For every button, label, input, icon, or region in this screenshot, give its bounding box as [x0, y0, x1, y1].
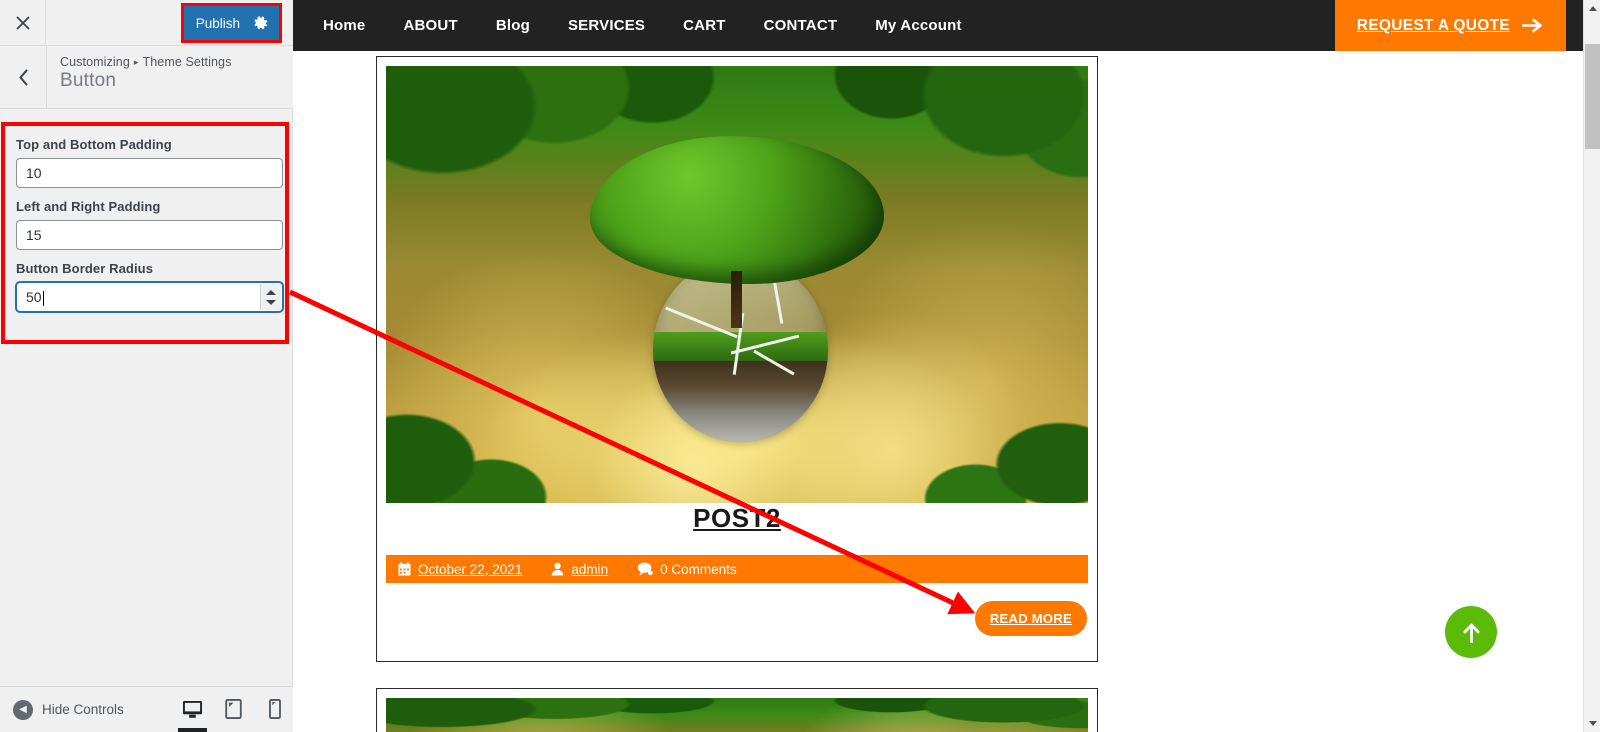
- page-title: Button: [60, 70, 117, 91]
- back-button[interactable]: [0, 46, 47, 108]
- control-button-border-radius: Button Border Radius 50: [16, 261, 283, 312]
- post-featured-image[interactable]: [386, 698, 1088, 732]
- publish-button[interactable]: Publish: [183, 6, 279, 40]
- nav-item-about[interactable]: ABOUT: [384, 17, 476, 34]
- post-date-link[interactable]: October 22, 2021: [418, 562, 522, 577]
- hide-controls-label: Hide Controls: [42, 702, 124, 717]
- post-meta-bar: October 22, 2021 admin 0 Comments: [386, 555, 1088, 583]
- device-preview-buttons: [172, 686, 295, 732]
- input-value: 10: [26, 165, 42, 181]
- nav-item-services[interactable]: SERVICES: [549, 17, 664, 34]
- post-title-link[interactable]: POST2: [377, 503, 1097, 534]
- control-label: Top and Bottom Padding: [16, 137, 172, 152]
- button-settings-annotation-box: Top and Bottom Padding 10 Left and Right…: [1, 122, 289, 344]
- top-bottom-padding-input[interactable]: 10: [16, 158, 283, 188]
- close-customizer-button[interactable]: [0, 0, 46, 45]
- input-value: 50: [26, 289, 42, 305]
- scroll-to-top-button[interactable]: [1445, 606, 1497, 658]
- calendar-icon: [398, 562, 411, 576]
- scrollbar-thumb[interactable]: [1585, 44, 1600, 149]
- button-border-radius-input[interactable]: 50: [16, 282, 283, 312]
- scroll-down-arrow-icon: [1588, 721, 1597, 726]
- button-settings-controls: Top and Bottom Padding 10 Left and Right…: [5, 126, 285, 340]
- nav-item-home[interactable]: Home: [304, 17, 384, 34]
- left-right-padding-input[interactable]: 15: [16, 220, 283, 250]
- control-label: Left and Right Padding: [16, 199, 161, 214]
- post-featured-image[interactable]: [386, 66, 1088, 503]
- stepper-down-icon[interactable]: [266, 299, 276, 305]
- post-author: admin: [551, 562, 608, 577]
- nav-item-blog[interactable]: Blog: [477, 17, 549, 34]
- read-more-button[interactable]: READ MORE: [974, 601, 1087, 636]
- text-caret: [42, 290, 44, 306]
- chevron-left-icon: [18, 68, 28, 86]
- publish-button-label: Publish: [195, 15, 240, 31]
- scroll-up-arrow-icon: [1588, 6, 1597, 11]
- tablet-icon: [225, 699, 242, 719]
- scrollbar-down-button[interactable]: [1584, 715, 1600, 732]
- arrow-right-icon: [1522, 18, 1542, 33]
- control-top-bottom-padding: Top and Bottom Padding 10: [16, 137, 283, 188]
- customizer-footer: ◀ Hide Controls: [0, 686, 293, 732]
- arrow-up-icon: [1462, 623, 1480, 643]
- post-card: [376, 688, 1098, 732]
- page-scrollbar[interactable]: [1583, 0, 1600, 732]
- request-a-quote-button[interactable]: REQUEST A QUOTE: [1334, 0, 1566, 51]
- device-button-mobile[interactable]: [254, 686, 295, 732]
- input-value: 15: [26, 227, 42, 243]
- desktop-icon: [183, 700, 202, 718]
- post-author-link[interactable]: admin: [571, 562, 608, 577]
- nav-item-cart[interactable]: CART: [664, 17, 744, 34]
- customizer-header: Publish: [0, 0, 293, 46]
- post-date: October 22, 2021: [398, 562, 522, 577]
- nav-item-contact[interactable]: CONTACT: [745, 17, 857, 34]
- breadcrumb: Customizing ▸ Theme Settings Button: [47, 46, 231, 108]
- close-icon: [15, 15, 30, 30]
- caret-left-circle-icon: ◀: [13, 699, 33, 720]
- device-button-tablet[interactable]: [213, 686, 254, 732]
- post-comments: 0 Comments: [637, 562, 737, 577]
- stepper-up-icon[interactable]: [266, 289, 276, 295]
- scrollbar-up-button[interactable]: [1584, 0, 1600, 17]
- site-header: Home ABOUT Blog SERVICES CART CONTACT My…: [293, 0, 1583, 51]
- customizer-breadcrumb-row: Customizing ▸ Theme Settings Button: [0, 46, 293, 109]
- customizer-sidebar: Publish Customizing ▸ Theme Settings But…: [0, 0, 293, 732]
- number-stepper[interactable]: [260, 284, 281, 310]
- request-a-quote-label: REQUEST A QUOTE: [1356, 16, 1510, 34]
- breadcrumb-parent[interactable]: Theme Settings: [143, 55, 232, 69]
- comment-icon: [637, 562, 653, 576]
- breadcrumb-root[interactable]: Customizing: [60, 55, 130, 69]
- post-comments-count: 0 Comments: [660, 561, 737, 577]
- breadcrumb-separator-icon: ▸: [133, 57, 139, 67]
- control-left-right-padding: Left and Right Padding 15: [16, 199, 283, 250]
- mobile-icon: [268, 699, 281, 719]
- post-card: POST2 October 22, 2021 admin 0 Comments …: [376, 56, 1098, 662]
- nav-item-my-account[interactable]: My Account: [856, 17, 980, 34]
- gear-icon[interactable]: [254, 15, 269, 31]
- publish-annotation-box: Publish: [180, 3, 282, 43]
- main-navigation: Home ABOUT Blog SERVICES CART CONTACT My…: [304, 17, 981, 34]
- user-icon: [552, 562, 564, 576]
- site-preview: Home ABOUT Blog SERVICES CART CONTACT My…: [293, 0, 1583, 732]
- device-button-desktop[interactable]: [172, 686, 213, 732]
- hide-controls-button[interactable]: ◀ Hide Controls: [0, 699, 124, 720]
- control-label: Button Border Radius: [16, 261, 154, 276]
